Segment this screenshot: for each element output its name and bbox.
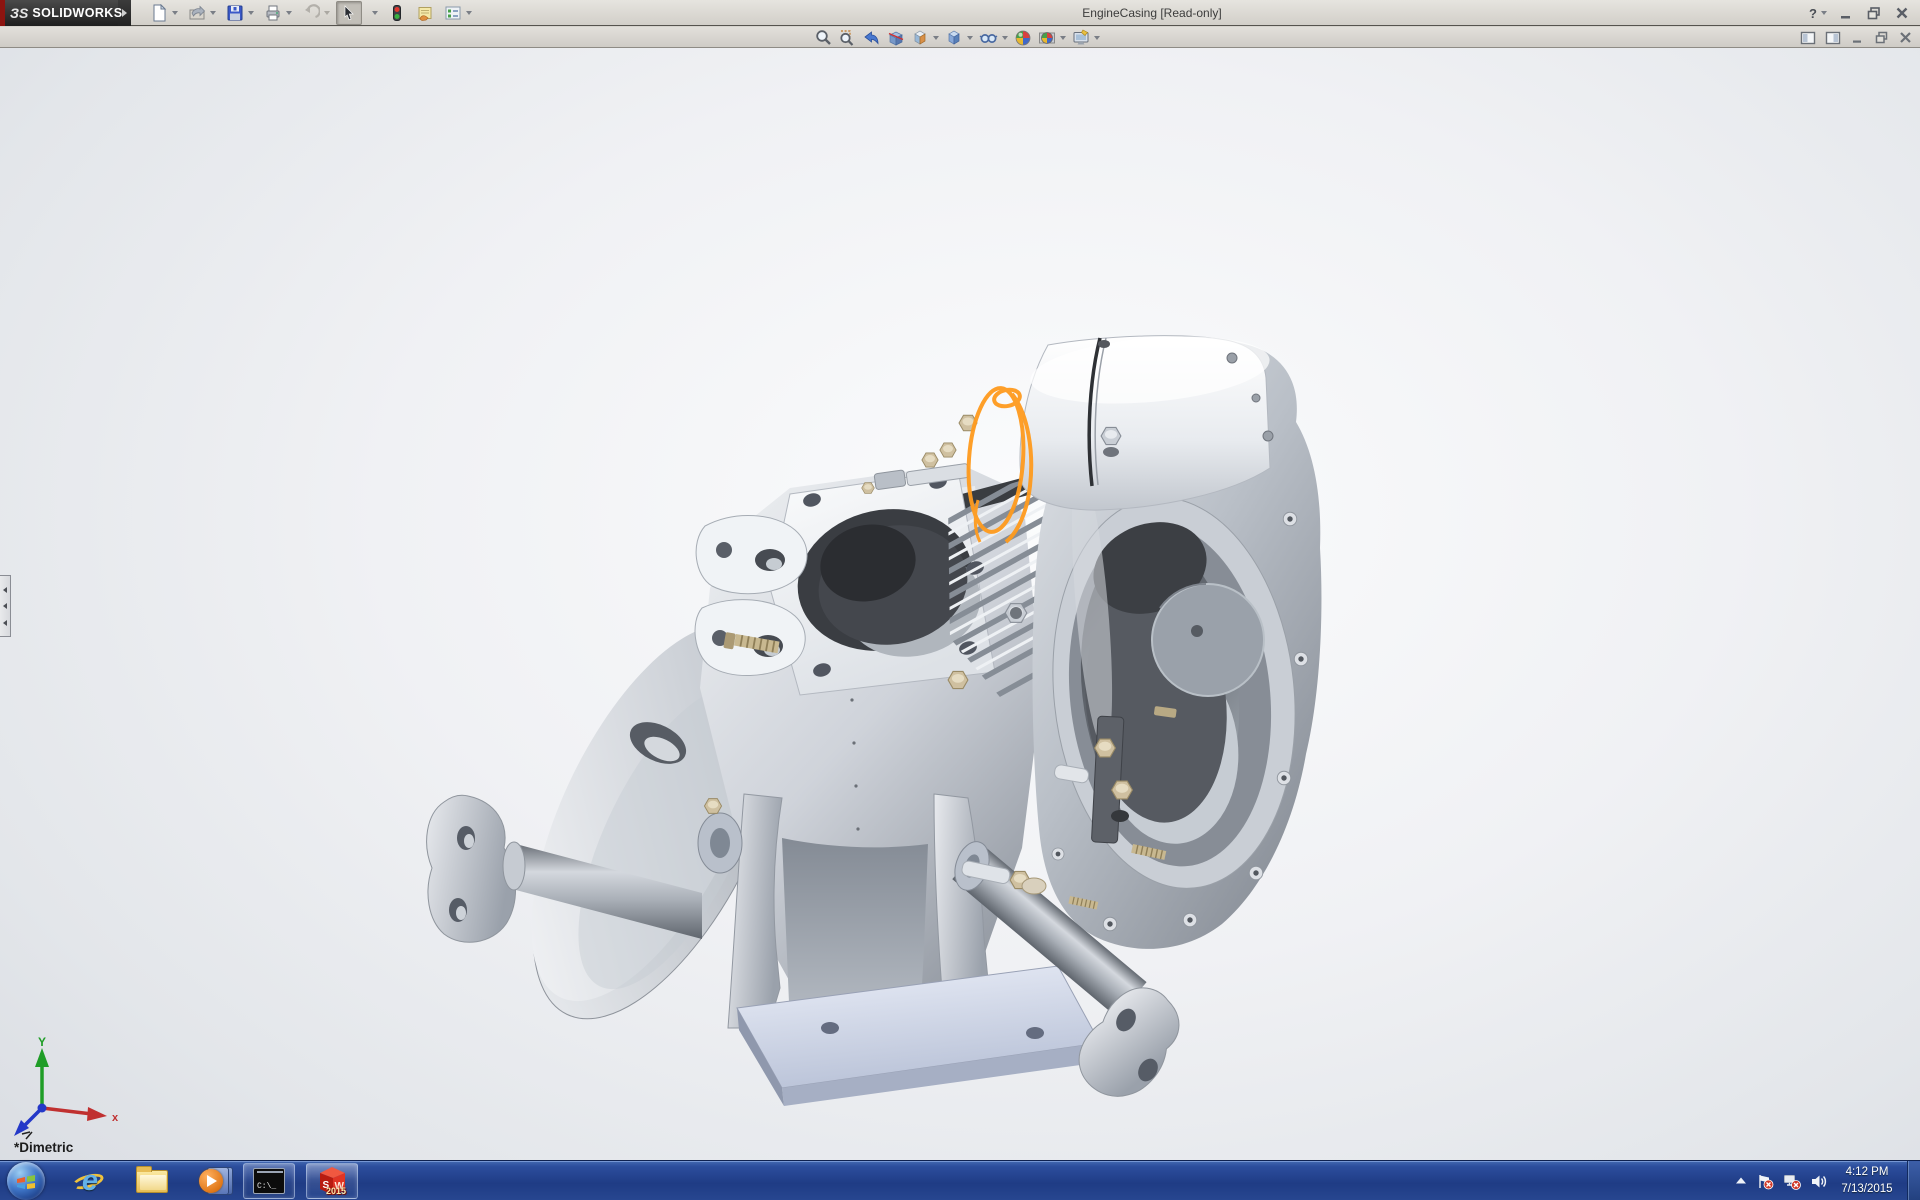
- show-desktop-button[interactable]: [1907, 1161, 1920, 1200]
- close-button[interactable]: [1890, 3, 1914, 23]
- taskbar-item-solidworks[interactable]: S W 2015: [306, 1163, 358, 1199]
- triad-y-label: Y: [38, 1036, 46, 1049]
- restore-button[interactable]: [1862, 3, 1886, 23]
- engine-casing-model[interactable]: [0, 48, 1920, 1160]
- system-tray: [1734, 1161, 1828, 1200]
- display-style-button[interactable]: [943, 28, 975, 48]
- clock-time: 4:12 PM: [1832, 1164, 1902, 1181]
- previous-view-button[interactable]: [861, 28, 883, 48]
- triad-x-label: x: [112, 1112, 119, 1124]
- main-toolbar: [145, 0, 477, 26]
- doc-minimize-button[interactable]: [1848, 29, 1867, 46]
- save-button[interactable]: [222, 1, 258, 25]
- accent-strip: [0, 0, 5, 26]
- display-pane-left-icon: [1800, 30, 1816, 46]
- undo-button[interactable]: [298, 1, 334, 25]
- taskbar-item-internet-explorer[interactable]: e: [70, 1163, 110, 1199]
- apply-scene-button[interactable]: [1036, 28, 1068, 48]
- graphics-viewport[interactable]: Y x *Dimetric: [0, 48, 1920, 1160]
- network-icon[interactable]: [1783, 1173, 1801, 1190]
- folder-icon: [136, 1170, 168, 1193]
- minimize-icon: [1838, 5, 1854, 21]
- view-orientation-button[interactable]: [909, 28, 941, 48]
- print-icon: [264, 4, 282, 22]
- sw-year-label: 2015: [326, 1186, 346, 1196]
- rebuild-button[interactable]: [384, 1, 410, 25]
- hide-show-items-icon: [979, 29, 998, 47]
- doc-close-button[interactable]: [1896, 29, 1915, 46]
- taskbar-item-media-player[interactable]: [196, 1163, 236, 1199]
- apply-scene-icon: [1038, 29, 1056, 47]
- heads-up-view-toolbar: [812, 27, 1103, 48]
- options-settings-icon: [444, 4, 462, 22]
- previous-view-icon: [863, 29, 881, 47]
- media-player-icon: [199, 1166, 233, 1196]
- show-hidden-icons-button[interactable]: [1734, 1174, 1748, 1188]
- display-style-icon: [945, 29, 963, 47]
- zoom-to-fit-button[interactable]: [813, 28, 835, 48]
- window-title: EngineCasing [Read-only]: [1082, 6, 1221, 20]
- taskbar-clock[interactable]: 4:12 PM 7/13/2015: [1832, 1164, 1902, 1197]
- doc-close-icon: [1898, 30, 1913, 45]
- clock-date: 7/13/2015: [1832, 1181, 1902, 1198]
- section-view-icon: [887, 29, 905, 47]
- select-button[interactable]: [336, 1, 362, 25]
- command-prompt-icon: C:\_: [253, 1168, 285, 1194]
- edit-appearance-button[interactable]: [1012, 28, 1034, 48]
- title-bar: ЗS SOLIDWORKS EngineCasin: [0, 0, 1920, 26]
- display-pane-right-button[interactable]: [1823, 29, 1843, 47]
- help-icon: ?: [1809, 6, 1817, 21]
- internet-explorer-icon: e: [72, 1164, 108, 1198]
- doc-restore-button[interactable]: [1872, 29, 1891, 46]
- solidworks-logo: ЗS SOLIDWORKS: [0, 0, 118, 26]
- display-pane-right-icon: [1825, 30, 1841, 46]
- orientation-label: *Dimetric: [14, 1140, 73, 1155]
- select-dropdown[interactable]: [364, 1, 382, 25]
- print-button[interactable]: [260, 1, 296, 25]
- zoom-to-area-icon: [839, 29, 857, 47]
- doc-minimize-icon: [1850, 30, 1865, 45]
- file-properties-icon: [416, 4, 434, 22]
- solidworks-logo-icon: ЗS: [10, 5, 28, 21]
- close-icon: [1894, 5, 1910, 21]
- new-document-icon: [150, 4, 168, 22]
- open-document-icon: [188, 4, 206, 22]
- section-view-button[interactable]: [885, 28, 907, 48]
- view-toolbar-row: [0, 27, 1920, 48]
- cylinder-head-cover[interactable]: [1020, 328, 1273, 510]
- zoom-to-fit-icon: [815, 29, 833, 47]
- help-button[interactable]: ?: [1806, 4, 1830, 23]
- featuremanager-collapsed-tab[interactable]: [0, 575, 11, 637]
- cmd-prompt-text: C:\_: [257, 1182, 276, 1191]
- rebuild-traffic-light-icon: [388, 4, 406, 22]
- hide-show-items-button[interactable]: [977, 28, 1010, 48]
- zoom-to-area-button[interactable]: [837, 28, 859, 48]
- options-button[interactable]: [440, 1, 476, 25]
- solidworks-cube-icon: S W 2015: [315, 1164, 349, 1198]
- minimize-button[interactable]: [1834, 3, 1858, 23]
- volume-icon[interactable]: [1810, 1173, 1828, 1190]
- window-controls: ?: [1806, 0, 1914, 26]
- view-orientation-icon: [911, 29, 929, 47]
- logo-text: SOLIDWORKS: [32, 6, 122, 20]
- start-button[interactable]: [6, 1163, 46, 1199]
- windows-logo-icon: [7, 1162, 45, 1200]
- view-settings-button[interactable]: [1070, 28, 1102, 48]
- action-center-icon[interactable]: [1757, 1173, 1774, 1190]
- save-icon: [226, 4, 244, 22]
- view-settings-icon: [1072, 29, 1090, 47]
- undo-icon: [302, 4, 320, 22]
- edit-appearance-icon: [1014, 29, 1032, 47]
- taskbar-item-windows-explorer[interactable]: [132, 1163, 172, 1199]
- open-document-button[interactable]: [184, 1, 220, 25]
- display-pane-left-button[interactable]: [1798, 29, 1818, 47]
- select-cursor-icon: [340, 4, 358, 22]
- new-document-button[interactable]: [146, 1, 182, 25]
- file-properties-button[interactable]: [412, 1, 438, 25]
- document-window-controls: [1797, 27, 1916, 48]
- doc-restore-icon: [1874, 30, 1889, 45]
- restore-icon: [1866, 5, 1882, 21]
- taskbar: e C:\_ S W 2015: [0, 1160, 1920, 1200]
- taskbar-item-command-prompt[interactable]: C:\_: [243, 1163, 295, 1199]
